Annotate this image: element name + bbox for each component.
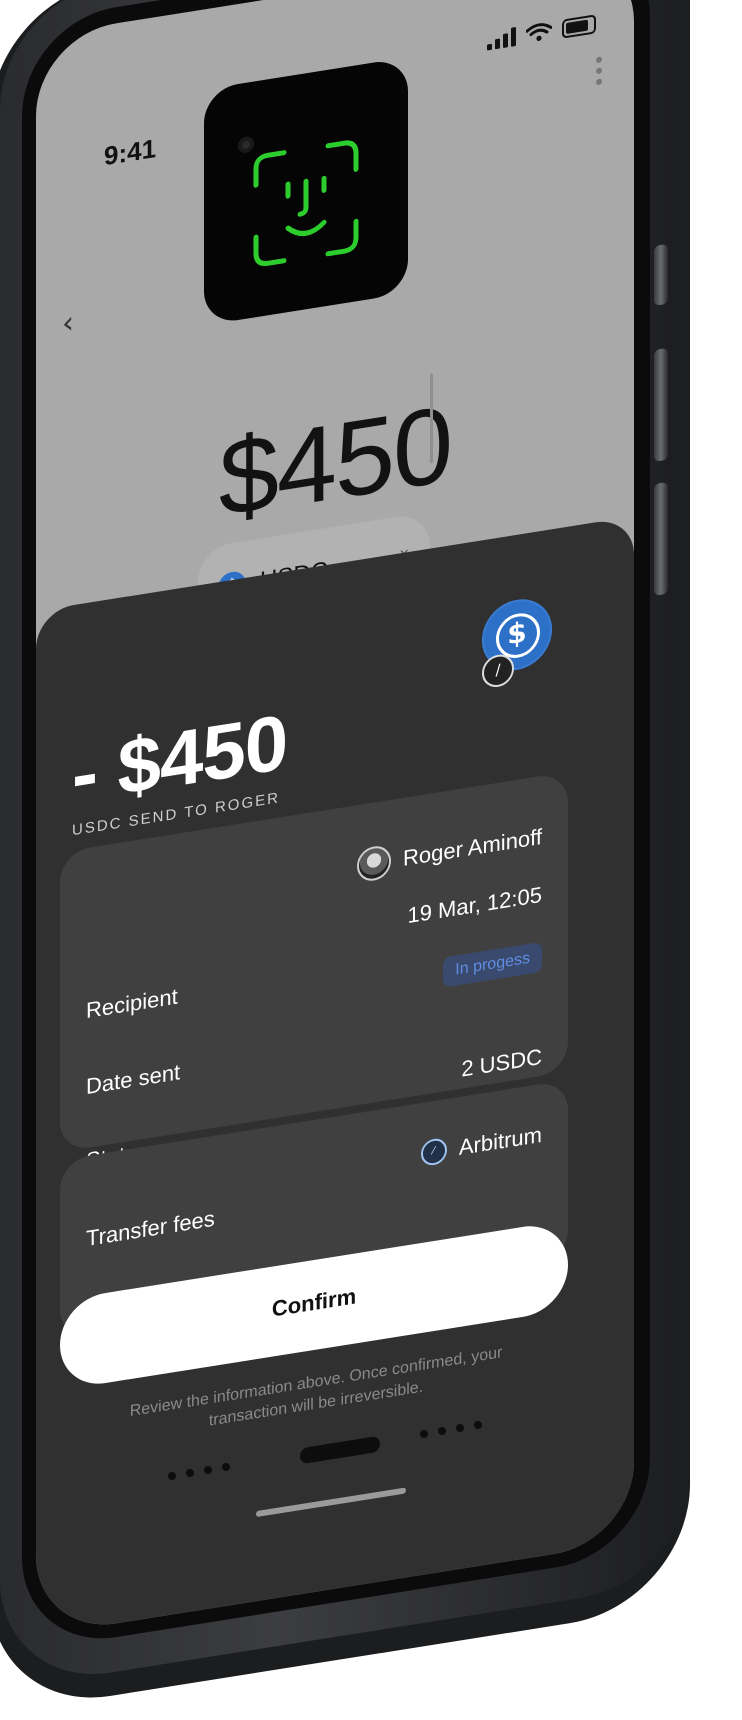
recipient-label: Recipient [86, 983, 178, 1024]
avatar [356, 843, 391, 884]
mute-switch [654, 243, 668, 306]
text-cursor [430, 373, 433, 464]
speaker-grill [222, 1463, 230, 1471]
status-icons [487, 13, 596, 51]
speaker-grill [420, 1430, 428, 1438]
face-id-icon [238, 136, 359, 267]
date-label: Date sent [86, 1059, 181, 1100]
speaker-grill [456, 1424, 464, 1432]
speaker-grill [474, 1421, 482, 1429]
battery-icon [562, 13, 596, 39]
device-mockup: 9:41 ‹ $450 $ $ ∕ - $450 USDC SEND TO RO… [0, 0, 742, 1720]
screen: 9:41 ‹ $450 $ $ ∕ - $450 USDC SEND TO RO… [36, 0, 634, 1636]
speaker-grill [168, 1472, 176, 1480]
speaker-grill [186, 1469, 194, 1477]
speaker-grill [204, 1466, 212, 1474]
more-vertical-icon[interactable] [596, 56, 604, 90]
volume-up-button [654, 347, 668, 462]
status-badge: In progess [443, 941, 542, 988]
speaker-grill [438, 1427, 446, 1435]
network-name: Arbitrum [458, 1121, 542, 1161]
volume-down-button [654, 481, 668, 596]
status-time: 9:41 [104, 132, 157, 172]
chevron-left-icon[interactable]: ‹ [62, 305, 74, 342]
face-id-overlay [204, 57, 408, 326]
date-value: 19 Mar, 12:05 [407, 881, 542, 929]
wifi-icon [526, 23, 552, 41]
signal-icon [487, 26, 516, 51]
arbitrum-icon: ∕ [420, 1136, 447, 1168]
network-value: ∕ Arbitrum [420, 1121, 542, 1168]
recipient-value: Roger Aminoff [356, 820, 542, 884]
recipient-name: Roger Aminoff [402, 823, 542, 871]
fees-label: Transfer fees [86, 1205, 215, 1252]
